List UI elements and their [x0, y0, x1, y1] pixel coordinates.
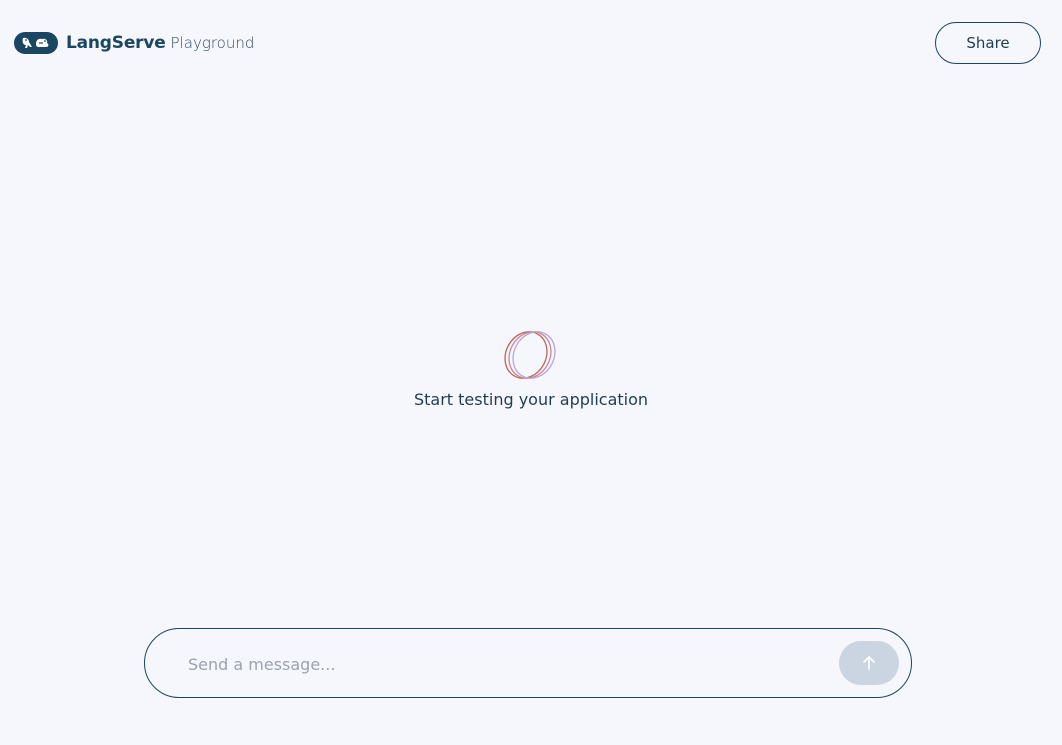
rings-icon [504, 331, 556, 379]
share-button[interactable]: Share [935, 22, 1041, 64]
message-composer [144, 628, 912, 698]
playground-app: LangServe Playground Share Start testing… [0, 0, 1062, 745]
send-button[interactable] [839, 641, 899, 685]
empty-state-text: Start testing your application [413, 390, 649, 409]
langchain-logo-icon [14, 32, 58, 54]
brand-subtitle: Playground [170, 34, 255, 52]
header: LangServe Playground Share [0, 0, 1062, 86]
empty-state: Start testing your application [0, 330, 1062, 409]
arrow-up-icon [863, 656, 875, 670]
parrot-chain-icon [22, 37, 49, 48]
brand-name: LangServe [66, 33, 166, 53]
message-input[interactable] [188, 647, 828, 681]
brand: LangServe Playground [14, 32, 254, 54]
